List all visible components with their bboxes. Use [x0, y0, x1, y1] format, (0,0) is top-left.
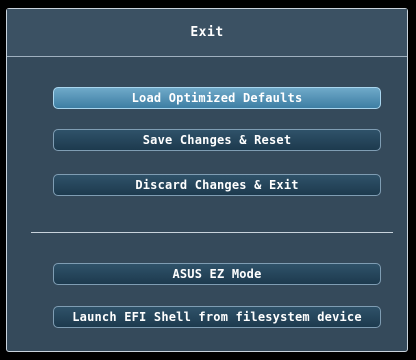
exit-dialog: Exit Load Optimized Defaults Save Change… — [6, 8, 408, 352]
launch-efi-shell-button[interactable]: Launch EFI Shell from filesystem device — [53, 306, 381, 328]
save-changes-reset-button[interactable]: Save Changes & Reset — [53, 129, 381, 151]
discard-changes-exit-button[interactable]: Discard Changes & Exit — [53, 174, 381, 196]
load-optimized-defaults-button[interactable]: Load Optimized Defaults — [53, 87, 381, 109]
asus-ez-mode-button[interactable]: ASUS EZ Mode — [53, 263, 381, 285]
dialog-title: Exit — [7, 9, 407, 57]
divider — [31, 232, 393, 233]
